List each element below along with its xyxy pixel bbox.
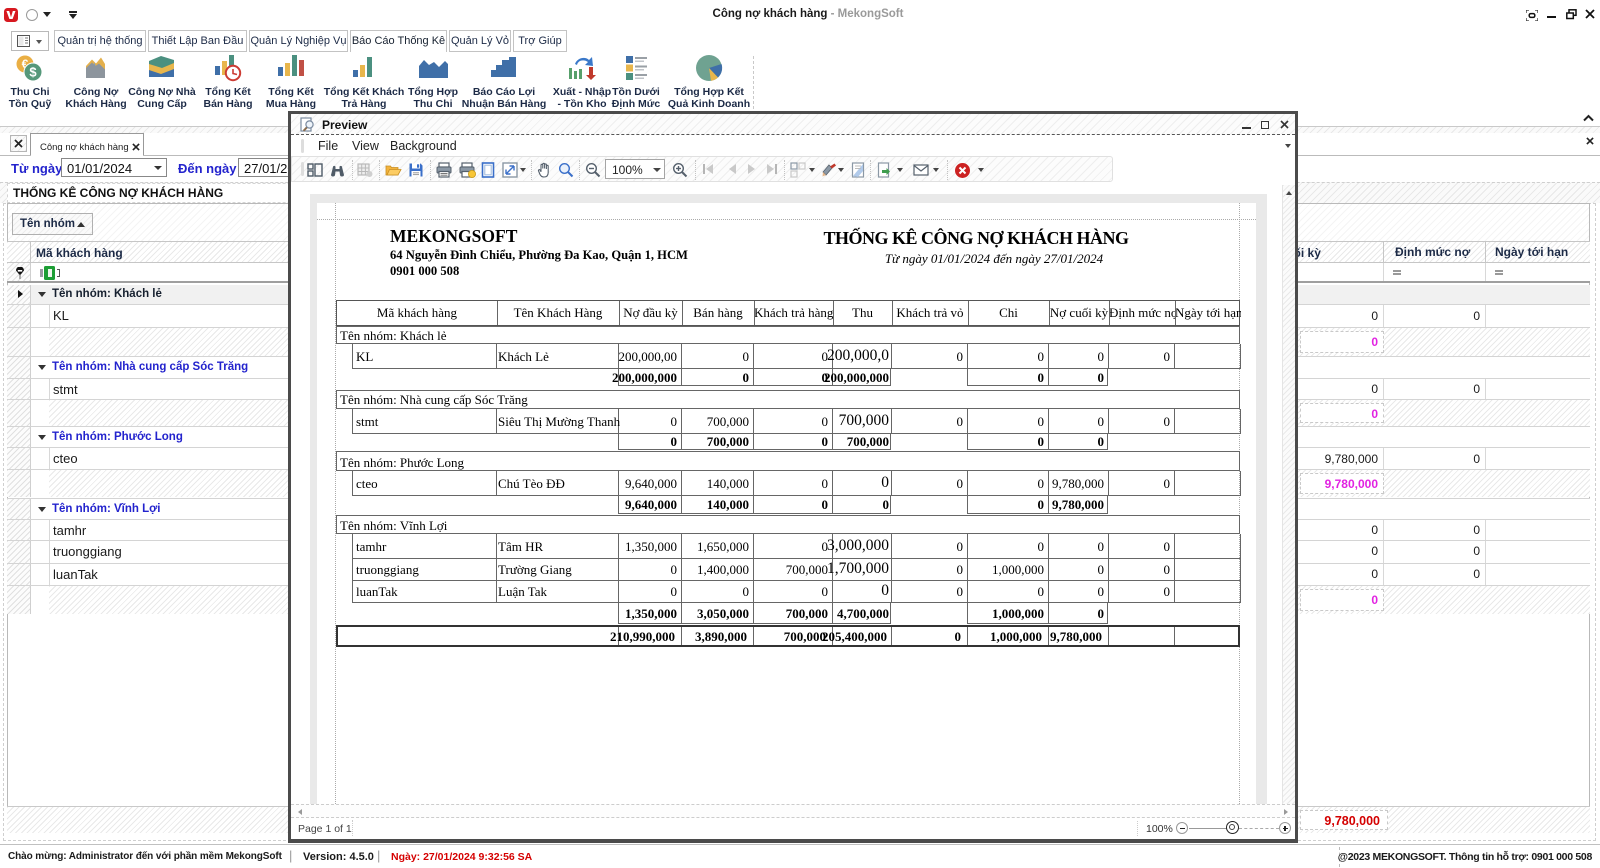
svg-text:$: $ xyxy=(29,65,37,80)
